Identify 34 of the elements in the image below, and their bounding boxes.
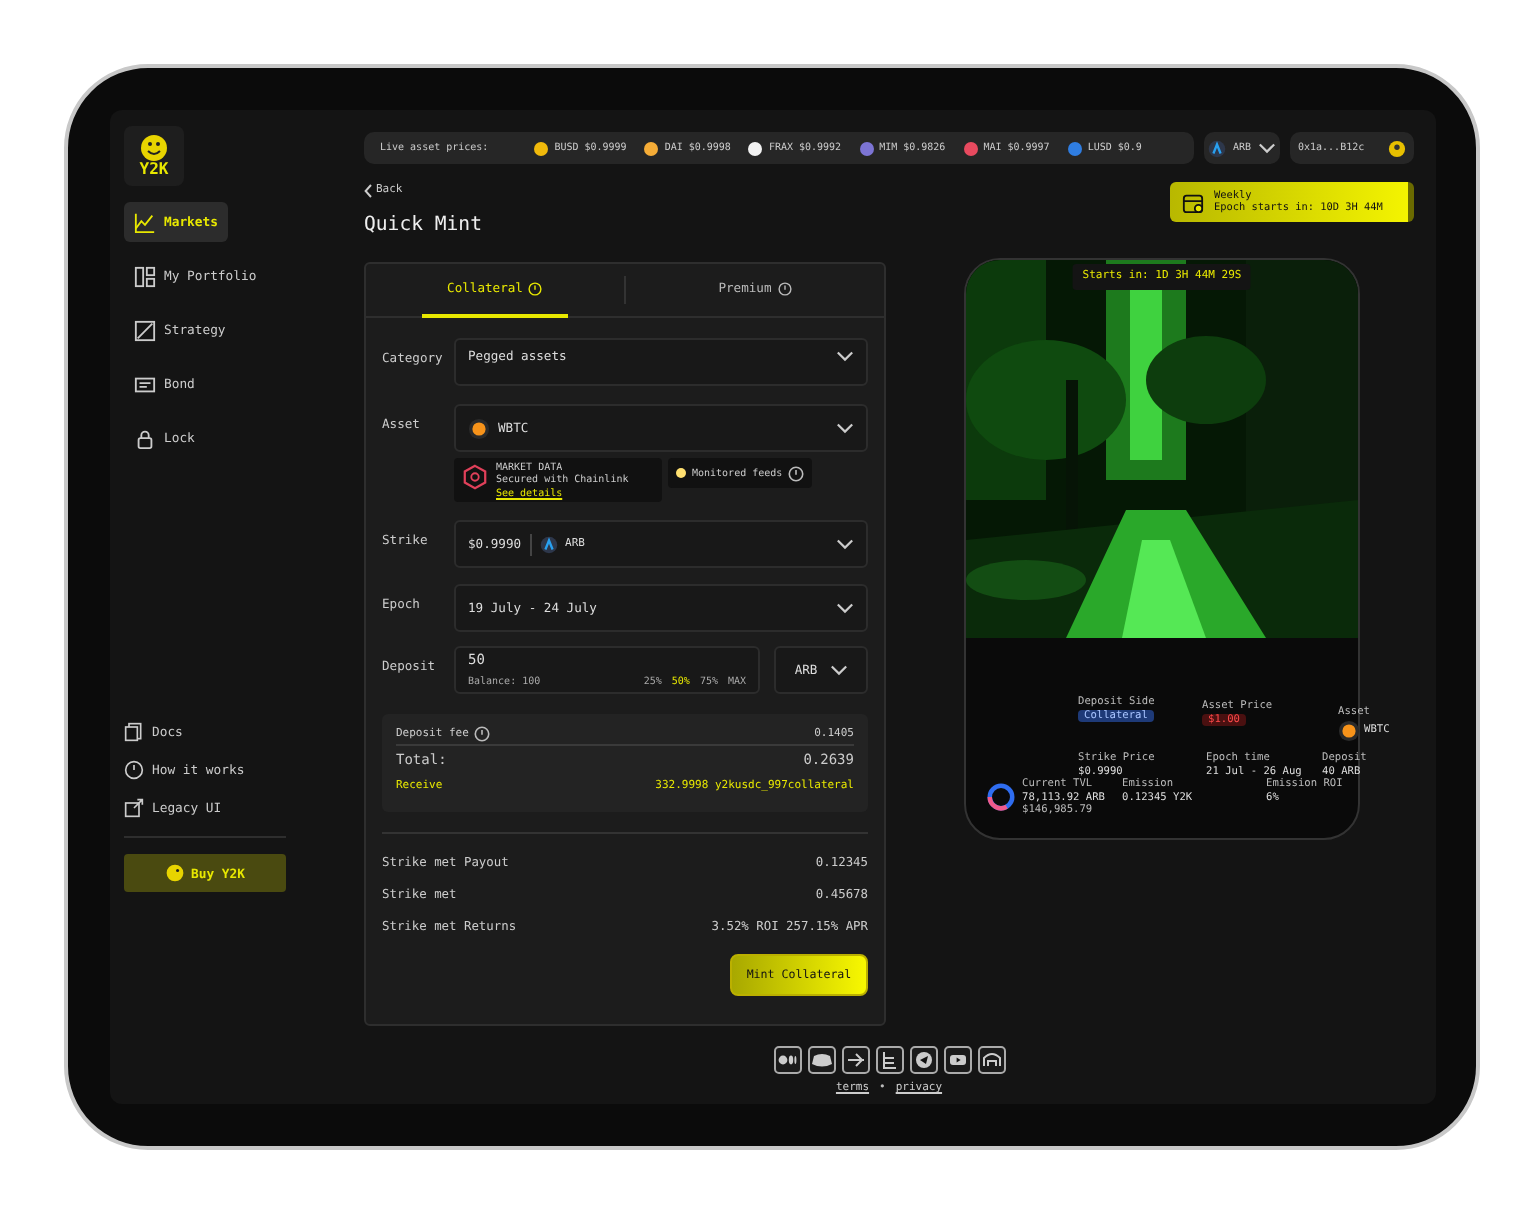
building-icon[interactable]	[977, 1046, 1005, 1074]
card-icon	[134, 373, 156, 395]
page-title: Quick Mint	[364, 212, 484, 240]
chevron-left-icon	[364, 183, 372, 197]
bitcoin-coin-icon	[468, 417, 490, 439]
chevron-down-icon	[836, 602, 854, 614]
logo-text: Y2K	[139, 162, 169, 178]
smiley-icon	[140, 134, 168, 162]
ring-chart-icon	[986, 782, 1016, 812]
grid-icon	[134, 265, 156, 287]
avatar-icon	[1388, 139, 1406, 157]
info-icon	[474, 725, 491, 741]
medium-icon[interactable]	[773, 1046, 801, 1074]
status-dot-icon	[676, 468, 686, 478]
network-icon	[1208, 139, 1227, 157]
chevron-down-icon	[836, 350, 854, 362]
smiley-icon	[165, 864, 184, 882]
network-icon	[539, 535, 558, 553]
info-icon	[788, 465, 805, 481]
clock-icon	[124, 759, 144, 779]
chart-icon	[134, 211, 156, 233]
strategy-icon	[134, 319, 156, 341]
external-link-icon	[124, 797, 144, 817]
youtube-icon[interactable]	[943, 1046, 971, 1074]
chevron-down-icon	[1257, 142, 1276, 154]
calendar-icon	[1182, 191, 1204, 213]
lock-icon	[134, 427, 156, 449]
clock-icon	[528, 282, 543, 296]
chevron-down-icon	[836, 538, 854, 550]
chevron-down-icon	[836, 422, 854, 434]
hexagon-icon	[462, 464, 488, 490]
clock-icon	[777, 282, 792, 296]
chevron-down-icon	[829, 664, 848, 676]
telegram-icon[interactable]	[909, 1046, 937, 1074]
